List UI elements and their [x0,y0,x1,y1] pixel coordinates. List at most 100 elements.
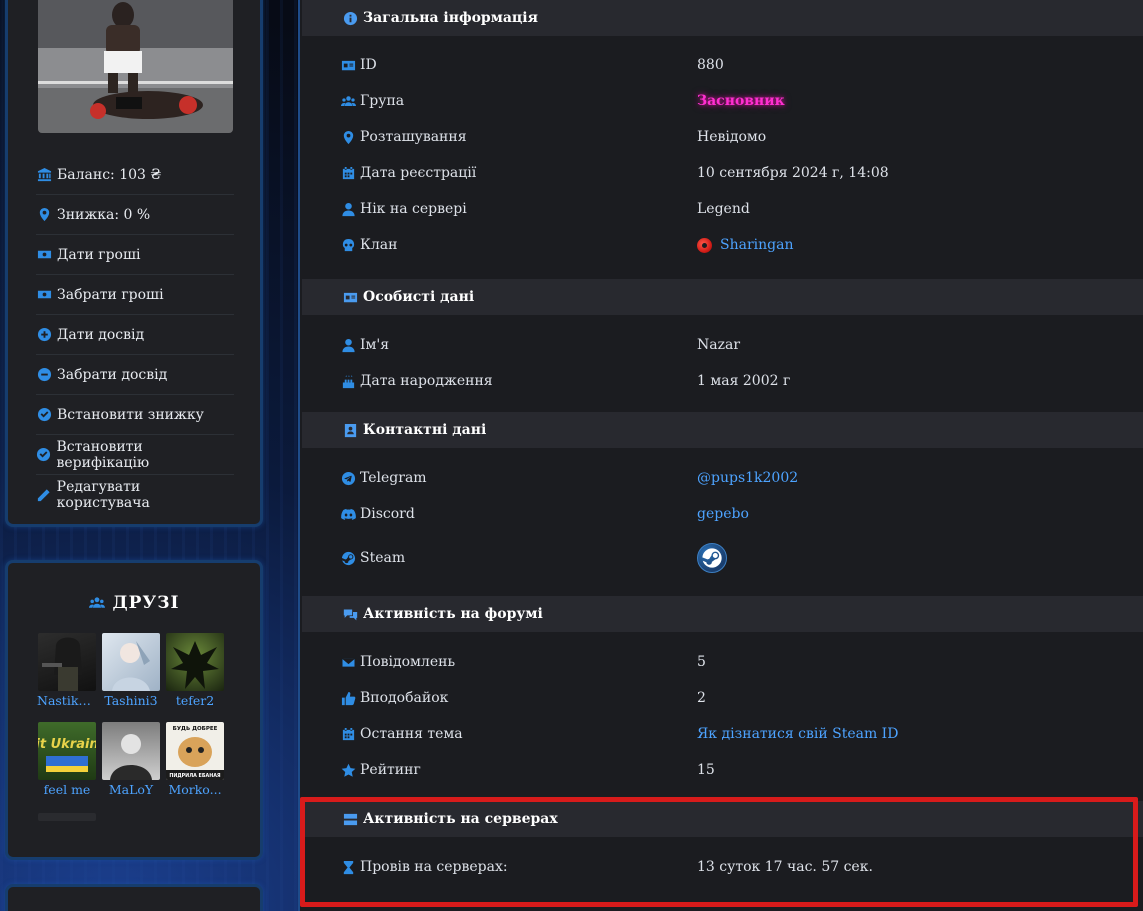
friends-title-text: ДРУЗІ [112,593,180,613]
star-icon [340,762,356,778]
discord-row: Discord gepebo [340,496,1140,532]
hourglass-icon [340,859,356,875]
last-topic-label: Остання тема [360,726,463,742]
playtime-row: Провів на серверах: 13 суток 17 час. 57 … [340,849,1140,885]
bank-icon [36,167,52,183]
friend-avatar[interactable] [38,633,96,691]
clan-row: Клан Sharingan [340,227,1140,263]
friend-avatar[interactable] [166,633,224,691]
feel-me-avatar-text-top: Fit Ukraine [38,737,96,752]
server-activity-header: Активність на серверах [302,801,1143,837]
likes-label: Вподобайок [360,690,449,706]
friend-name[interactable]: tefer2 [165,693,225,708]
set-verification-link[interactable]: Встановити верифікацію [36,435,234,475]
friend-name[interactable]: Tashini3 [101,693,161,708]
friend-card[interactable]: tefer2 [165,633,225,708]
users-icon [88,595,105,611]
friend-name[interactable]: Morko... [165,782,225,797]
comments-icon [342,606,358,622]
friend-avatar[interactable]: Fit Ukraine [38,722,96,780]
id-card-icon [342,289,358,305]
telegram-row: Telegram @pups1k2002 [340,460,1140,496]
name-row: Ім'я Nazar [340,327,1140,363]
friend-card[interactable]: MaLoY [101,722,161,797]
messages-value: 5 [697,654,706,670]
birthday-label: Дата народження [360,373,493,389]
telegram-icon [340,470,356,486]
group-row: Група Засновник [340,83,1140,119]
name-value: Nazar [697,337,741,353]
telegram-link[interactable]: @pups1k2002 [697,470,798,486]
balance-text: Баланс: 103 ₴ [57,166,162,183]
give-exp-link[interactable]: Дати досвід [36,315,234,355]
calendar-icon [340,165,356,181]
balance-item: Баланс: 103 ₴ [36,155,234,195]
birthday-row: Дата народження 1 мая 2002 г [340,363,1140,399]
contacts-header: Контактні дані [302,412,1143,448]
set-discount-label: Встановити знижку [57,406,204,423]
telegram-label: Telegram [360,470,427,486]
registration-label: Дата реєстрації [360,165,477,181]
set-discount-link[interactable]: Встановити знижку [36,395,234,435]
give-money-label: Дати гроші [57,246,141,263]
messages-label: Повідомлень [360,654,456,670]
friend-avatar[interactable] [102,633,160,691]
friend-card[interactable]: Nastiksss [37,633,97,708]
clan-link[interactable]: Sharingan [697,237,793,253]
minus-circle-icon [36,367,52,383]
discord-icon [340,506,356,522]
birthday-value: 1 мая 2002 г [697,373,791,389]
discord-label: Discord [360,506,415,522]
plus-circle-icon [36,327,52,343]
friend-name[interactable]: Nastiksss [37,693,97,708]
birthday-cake-icon [340,373,356,389]
friend-name[interactable]: MaLoY [101,782,161,797]
clan-label: Клан [360,237,398,253]
friend-avatar[interactable] [102,722,160,780]
personal-title: Особисті дані [363,289,475,305]
group-value: Засновник [697,93,785,109]
profile-details: Загальна інформація ID 880 Група Засновн… [298,0,1143,911]
edit-user-label: Редагувати користувача [56,479,150,511]
edit-user-link[interactable]: Редагувати користувача [36,475,234,515]
friend-avatar[interactable]: БУДЬ ДОБРЕЕ ПИДРИЛА ЕБАНАЯ [166,722,224,780]
set-verification-label: Встановити верифікацію [56,438,150,471]
friend-card[interactable]: Tashini3 [101,633,161,708]
friends-panel: ДРУЗІ Nastiksss Tashini3 tefer2 Fit Ukra… [5,560,263,860]
last-topic-link[interactable]: Як дізнатися свій Steam ID [697,726,898,742]
morko-avatar-text-top: БУДЬ ДОБРЕЕ [173,726,218,732]
likes-row: Вподобайок 2 [340,680,1140,716]
friend-name[interactable]: feel me [37,782,97,797]
rating-value: 15 [697,762,715,778]
location-pin-icon [36,207,52,223]
steam-profile-button[interactable] [697,543,727,573]
friend-card-partial[interactable] [38,813,96,821]
last-topic-row: Остання тема Як дізнатися свій Steam ID [340,716,1140,752]
location-label: Розташування [360,129,467,145]
registration-row: Дата реєстрації 10 сентября 2024 г, 14:0… [340,155,1140,191]
id-label: ID [360,57,377,73]
profile-actions-menu: Баланс: 103 ₴ Знижка: 0 % Дати гроші Заб… [36,155,234,515]
likes-value: 2 [697,690,706,706]
give-exp-label: Дати досвід [57,326,145,343]
take-money-label: Забрати гроші [57,286,164,303]
nick-row: Нік на сервері Legend [340,191,1140,227]
playtime-value: 13 суток 17 час. 57 сек. [697,859,873,875]
give-money-link[interactable]: Дати гроші [36,235,234,275]
friend-card[interactable]: Fit Ukraine feel me [37,722,97,797]
discord-link[interactable]: gepebo [697,506,749,522]
location-pin-icon [340,129,356,145]
steam-value [697,543,727,573]
id-row: ID 880 [340,47,1140,83]
take-money-link[interactable]: Забрати гроші [36,275,234,315]
id-value: 880 [697,57,724,73]
calendar-icon [340,726,356,742]
clan-value[interactable]: Sharingan [720,237,793,253]
skull-icon [340,237,356,253]
bottom-panel [5,884,263,911]
steam-row: Steam [340,540,1140,576]
friend-card[interactable]: БУДЬ ДОБРЕЕ ПИДРИЛА ЕБАНАЯ Morko... [165,722,225,797]
take-exp-link[interactable]: Забрати досвід [36,355,234,395]
nick-label: Нік на сервері [360,201,467,217]
steam-icon [340,550,356,566]
